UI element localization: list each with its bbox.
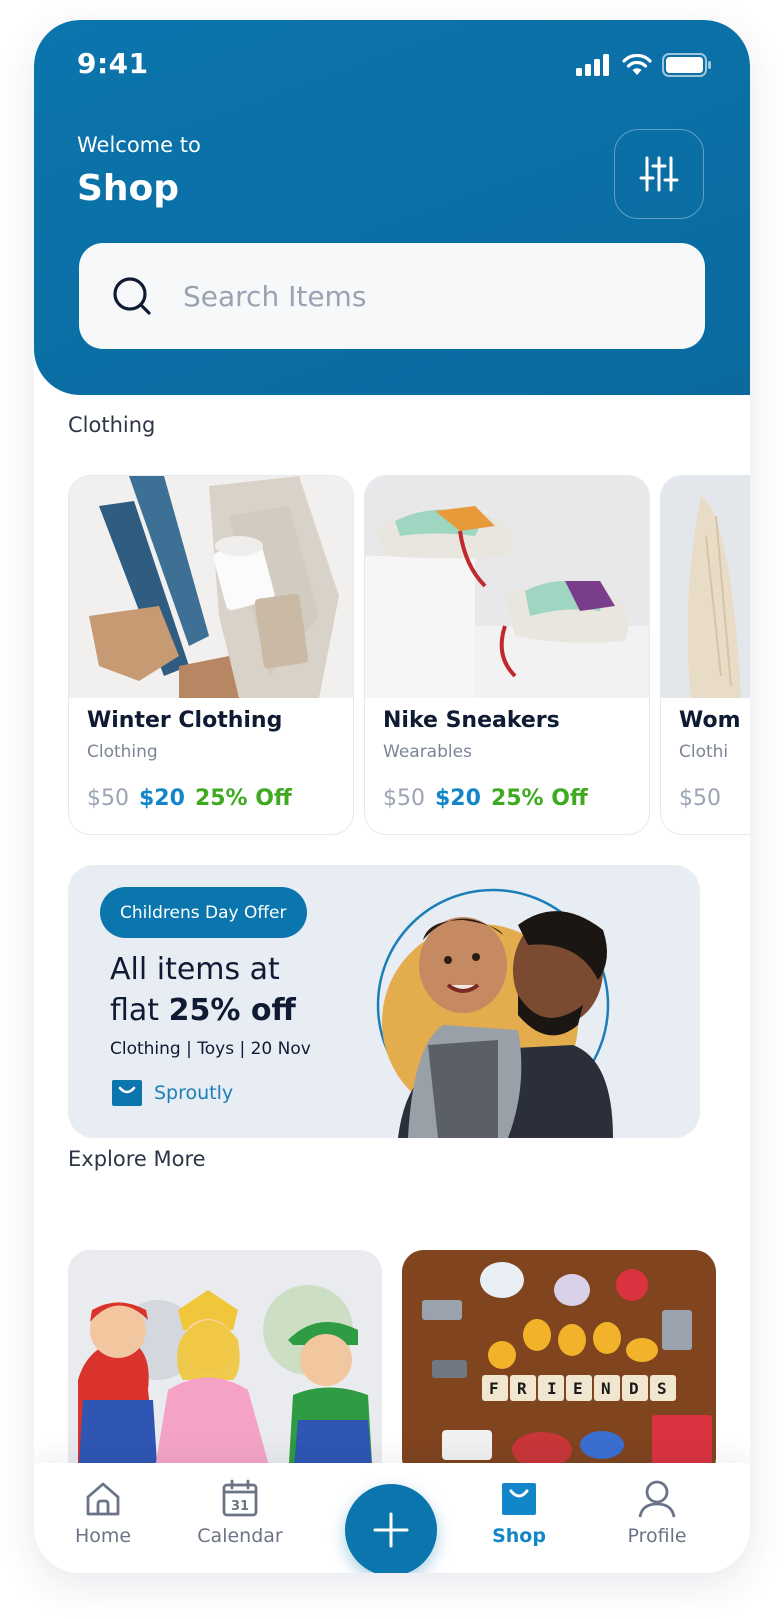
promo-subtitle: Clothing | Toys | 20 Nov — [110, 1039, 311, 1059]
price-row: $50 $20 25% Off — [87, 786, 292, 811]
svg-text:I: I — [547, 1379, 557, 1398]
calendar-day: 31 — [231, 1499, 249, 1514]
nav-item-calendar[interactable]: 31 Calendar — [185, 1479, 295, 1547]
promo-brand-name: Sproutly — [154, 1082, 234, 1104]
promo-banner[interactable]: Childrens Day Offer All items at flat 25… — [68, 865, 700, 1138]
status-icons — [576, 53, 712, 77]
nav-item-profile[interactable]: Profile — [602, 1479, 712, 1547]
promo-headline-line2: flat 25% off — [110, 993, 296, 1028]
profile-icon — [638, 1480, 676, 1518]
search-icon — [113, 277, 151, 315]
svg-text:F: F — [489, 1379, 499, 1398]
product-category: Clothing — [87, 742, 158, 762]
battery-icon — [662, 53, 711, 77]
product-category: Clothi — [679, 742, 729, 762]
nav-item-home[interactable]: Home — [48, 1479, 158, 1547]
old-price: $50 — [87, 786, 129, 811]
new-price: $20 — [435, 786, 481, 811]
price-row: $50 $20 25% Off — [383, 786, 588, 811]
svg-text:D: D — [629, 1379, 639, 1398]
calendar-icon: 31 — [222, 1479, 258, 1517]
home-icon — [86, 1482, 120, 1516]
product-carousel[interactable]: Winter Clothing Clothing $50 $20 25% Off — [68, 475, 750, 835]
nav-label: Shop — [492, 1525, 546, 1547]
product-category: Wearables — [383, 742, 472, 762]
promo-badge: Childrens Day Offer — [100, 887, 307, 938]
signal-icon — [576, 54, 609, 76]
discount-label: 25% Off — [490, 786, 588, 811]
promo-headline-line1: All items at — [110, 952, 280, 987]
sproutly-logo-icon — [112, 1080, 142, 1106]
product-name: Winter Clothing — [87, 708, 283, 733]
promo-headline-bold: 25% off — [168, 993, 296, 1028]
svg-text:N: N — [601, 1379, 611, 1398]
page-title: Shop — [77, 168, 180, 209]
wifi-icon — [622, 54, 652, 75]
new-price: $20 — [139, 786, 185, 811]
search-input[interactable] — [183, 279, 633, 313]
phone-frame: 9:41 Welcome to Shop Search Items Clothi… — [34, 20, 750, 1573]
shop-bag-icon — [502, 1483, 536, 1515]
promo-brand: Sproutly — [112, 1080, 233, 1106]
old-price: $50 — [679, 786, 721, 811]
product-image-womens-clothing — [661, 476, 750, 698]
price-row: $50 — [679, 786, 721, 811]
product-card[interactable]: Wom Clothi $50 — [660, 475, 750, 835]
header: 9:41 Welcome to Shop — [34, 20, 750, 395]
product-image-winter-clothing — [69, 476, 353, 698]
add-button[interactable] — [345, 1484, 437, 1573]
product-name: Nike Sneakers — [383, 708, 560, 733]
nav-label: Calendar — [197, 1525, 283, 1547]
sliders-icon — [639, 156, 679, 192]
explore-image-friends[interactable]: F R I E N D S — [402, 1250, 716, 1480]
status-time: 9:41 — [77, 47, 149, 80]
promo-image — [376, 888, 613, 1138]
product-name: Wom — [679, 708, 741, 733]
nav-label: Home — [74, 1525, 132, 1547]
svg-text:S: S — [657, 1379, 667, 1398]
product-card[interactable]: Nike Sneakers Wearables $50 $20 25% Off — [364, 475, 650, 835]
welcome-text: Welcome to — [77, 133, 201, 157]
nav-item-shop[interactable]: Shop — [464, 1479, 574, 1547]
discount-label: 25% Off — [194, 786, 292, 811]
product-image-nike-sneakers — [365, 476, 649, 698]
filter-button[interactable] — [614, 129, 704, 219]
explore-image-toys[interactable] — [68, 1250, 382, 1480]
product-card[interactable]: Winter Clothing Clothing $50 $20 25% Off — [68, 475, 354, 835]
svg-text:R: R — [517, 1379, 527, 1398]
nav-label: Profile — [627, 1525, 687, 1547]
old-price: $50 — [383, 786, 425, 811]
search-bar[interactable] — [79, 243, 705, 349]
svg-text:E: E — [573, 1379, 583, 1398]
section-title-clothing: Clothing — [68, 413, 156, 437]
promo-headline-prefix: flat — [110, 993, 169, 1028]
section-title-explore: Explore More — [68, 1147, 206, 1171]
plus-icon — [373, 1512, 409, 1548]
